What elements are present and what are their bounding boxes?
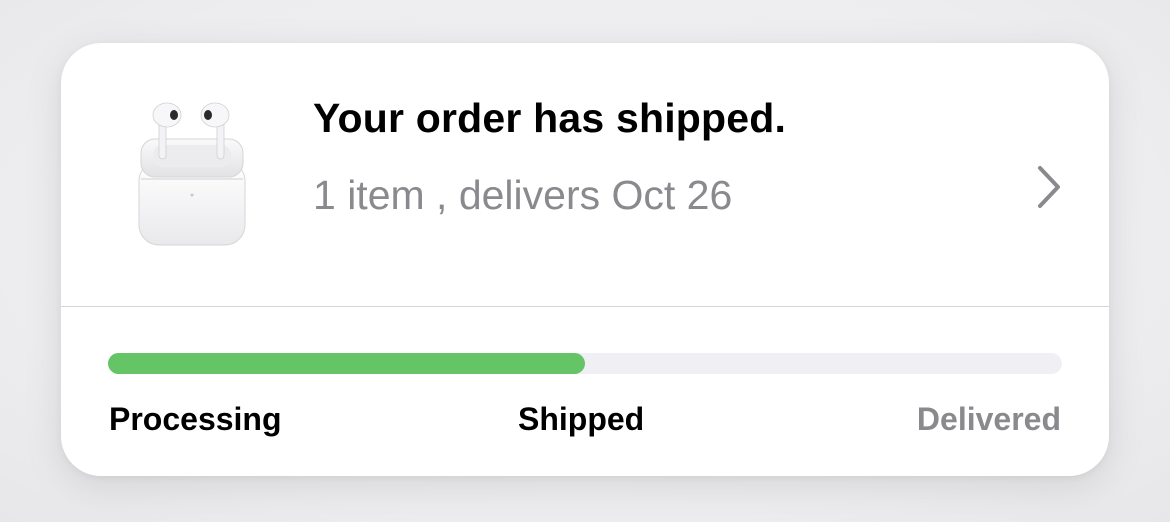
step-shipped-label: Shipped <box>518 401 645 437</box>
notification-stage: Your order has shipped. 1 item , deliver… <box>0 0 1170 522</box>
divider <box>61 306 1109 307</box>
airpods-icon <box>138 102 246 246</box>
progress-track <box>108 353 1062 374</box>
order-title: Your order has shipped. <box>313 95 787 141</box>
order-summary-row[interactable]: Your order has shipped. 1 item , deliver… <box>61 43 1109 306</box>
step-delivered-label: Delivered <box>916 401 1061 437</box>
order-status-card[interactable]: Your order has shipped. 1 item , deliver… <box>61 43 1109 476</box>
step-processing-label: Processing <box>109 401 282 437</box>
progress-fill <box>108 353 585 374</box>
order-subtitle: 1 item , delivers Oct 26 <box>313 172 733 218</box>
chevron-right-icon[interactable] <box>1035 165 1063 209</box>
